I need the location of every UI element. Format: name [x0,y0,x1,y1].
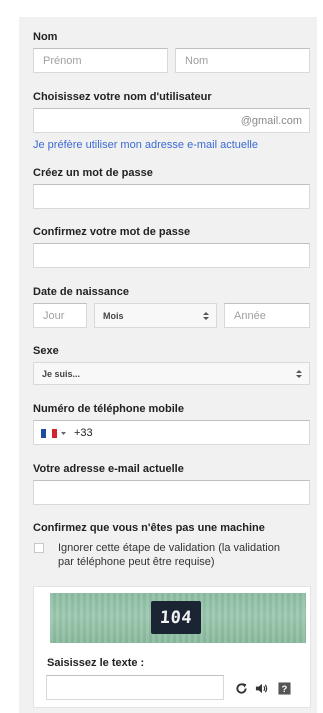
chevron-down-icon[interactable] [61,432,66,435]
select-arrows-icon [296,369,302,378]
birth-day-input[interactable]: Jour [33,303,87,328]
current-email-label: Votre adresse e-mail actuelle [33,463,184,475]
france-flag-icon[interactable] [41,429,57,438]
birth-month-select[interactable]: Mois [94,303,217,328]
current-email-input[interactable] [33,480,310,505]
gender-value: Je suis... [42,368,81,379]
captcha-prompt: Saisissez le texte : [47,657,145,669]
audio-captcha-button[interactable] [254,681,268,695]
skip-validation-checkbox[interactable] [34,543,44,553]
svg-text:?: ? [281,684,287,694]
birth-year-input[interactable]: Année [224,303,310,328]
captcha-image: 104 [50,593,306,643]
last-name-input[interactable]: Nom [175,48,310,73]
speaker-icon [255,683,267,693]
username-label: Choisissez votre nom d'utilisateur [33,91,212,103]
birth-month-value: Mois [103,310,124,321]
password-label: Créez un mot de passe [33,167,153,179]
gender-label: Sexe [33,345,59,357]
skip-validation-line-2: par téléphone peut être requise) [58,556,215,568]
username-input[interactable]: @gmail.com [33,108,310,133]
birth-day-placeholder: Jour [43,309,65,322]
password-input[interactable] [33,184,310,209]
gender-select[interactable]: Je suis... [33,362,310,385]
captcha-box: 104 Saisissez le texte : ? [33,586,311,708]
skip-validation-line-1: Ignorer cette étape de validation (la va… [58,542,280,554]
select-arrows-icon [203,311,209,320]
captcha-code: 104 [159,607,193,628]
skip-validation-text: Ignorer cette étape de validation (la va… [58,541,280,569]
refresh-captcha-button[interactable] [234,681,248,695]
confirm-password-label: Confirmez votre mot de passe [33,226,191,238]
first-name-input[interactable]: Prénom [33,48,168,73]
phone-input[interactable]: +33 [33,420,310,445]
verify-label: Confirmez que vous n'êtes pas une machin… [33,522,265,534]
captcha-help-button[interactable]: ? [277,681,291,695]
last-name-placeholder: Nom [185,54,209,67]
confirm-password-input[interactable] [33,243,310,268]
phone-label: Numéro de téléphone mobile [33,403,184,415]
captcha-code-box: 104 [151,601,201,634]
use-current-email-link[interactable]: Je préfère utiliser mon adresse e-mail a… [33,139,258,151]
birth-year-placeholder: Année [234,309,266,322]
country-code: +33 [74,426,93,439]
gmail-suffix: @gmail.com [240,114,302,127]
name-label: Nom [33,31,58,43]
refresh-icon [235,682,247,694]
help-icon: ? [277,681,291,695]
birthdate-label: Date de naissance [33,286,129,298]
captcha-input[interactable] [46,675,224,700]
first-name-placeholder: Prénom [43,54,82,67]
